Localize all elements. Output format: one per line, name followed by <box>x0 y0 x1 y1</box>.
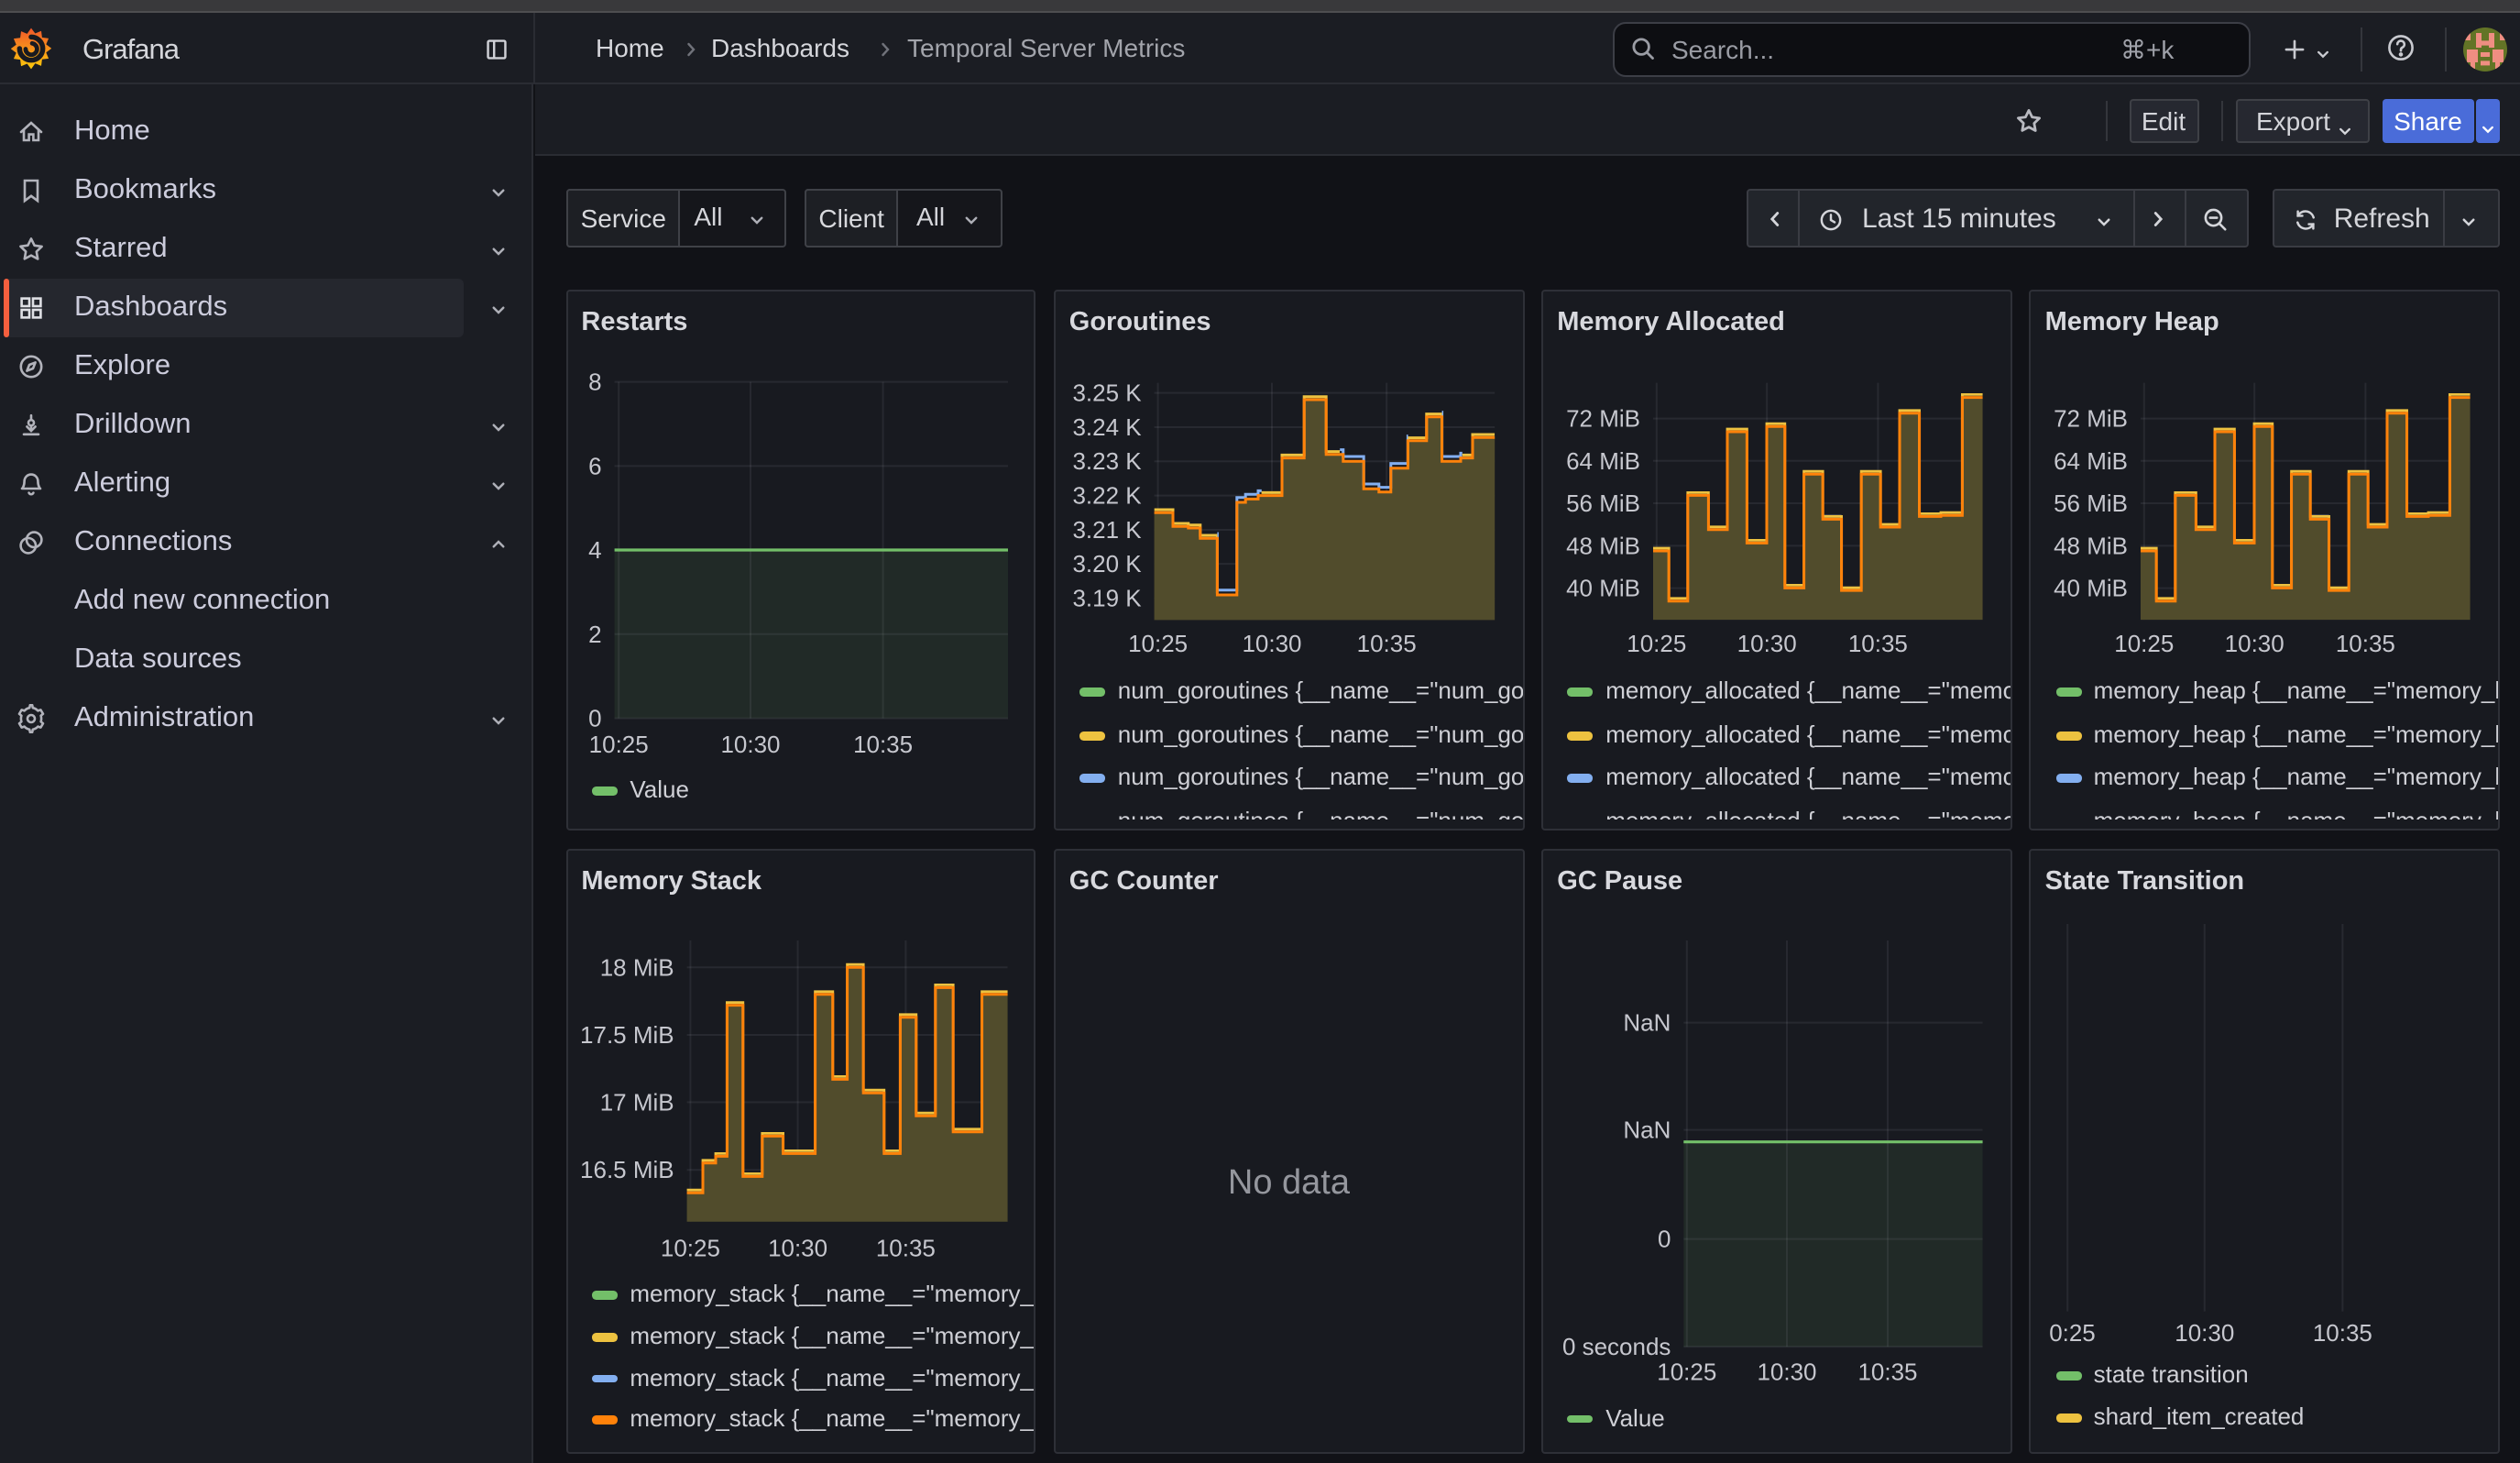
svg-text:17 MiB: 17 MiB <box>599 1088 674 1116</box>
svg-text:10:35: 10:35 <box>2313 1318 2372 1346</box>
svg-text:8: 8 <box>588 368 601 396</box>
svg-text:0:25: 0:25 <box>2050 1318 2097 1346</box>
svg-text:10:35: 10:35 <box>852 731 912 758</box>
svg-text:0: 0 <box>588 705 601 732</box>
svg-text:NaN: NaN <box>1624 1116 1671 1143</box>
svg-text:10:30: 10:30 <box>720 731 780 758</box>
svg-text:17.5 MiB: 17.5 MiB <box>579 1020 674 1048</box>
svg-text:10:30: 10:30 <box>1758 1358 1817 1385</box>
svg-text:10:30: 10:30 <box>2175 1318 2235 1346</box>
svg-text:10:35: 10:35 <box>1858 1358 1918 1385</box>
svg-text:16.5 MiB: 16.5 MiB <box>579 1155 674 1182</box>
svg-text:0 seconds: 0 seconds <box>1562 1332 1671 1359</box>
svg-text:2: 2 <box>588 621 601 648</box>
svg-text:10:30: 10:30 <box>767 1234 827 1261</box>
svg-text:4: 4 <box>588 536 601 564</box>
svg-text:10:25: 10:25 <box>660 1234 719 1261</box>
svg-text:10:35: 10:35 <box>875 1234 935 1261</box>
svg-text:18 MiB: 18 MiB <box>599 953 674 981</box>
svg-text:10:25: 10:25 <box>588 731 648 758</box>
svg-text:0: 0 <box>1658 1225 1671 1252</box>
svg-text:6: 6 <box>588 453 601 480</box>
svg-text:10:25: 10:25 <box>1657 1358 1716 1385</box>
svg-text:NaN: NaN <box>1624 1008 1671 1036</box>
